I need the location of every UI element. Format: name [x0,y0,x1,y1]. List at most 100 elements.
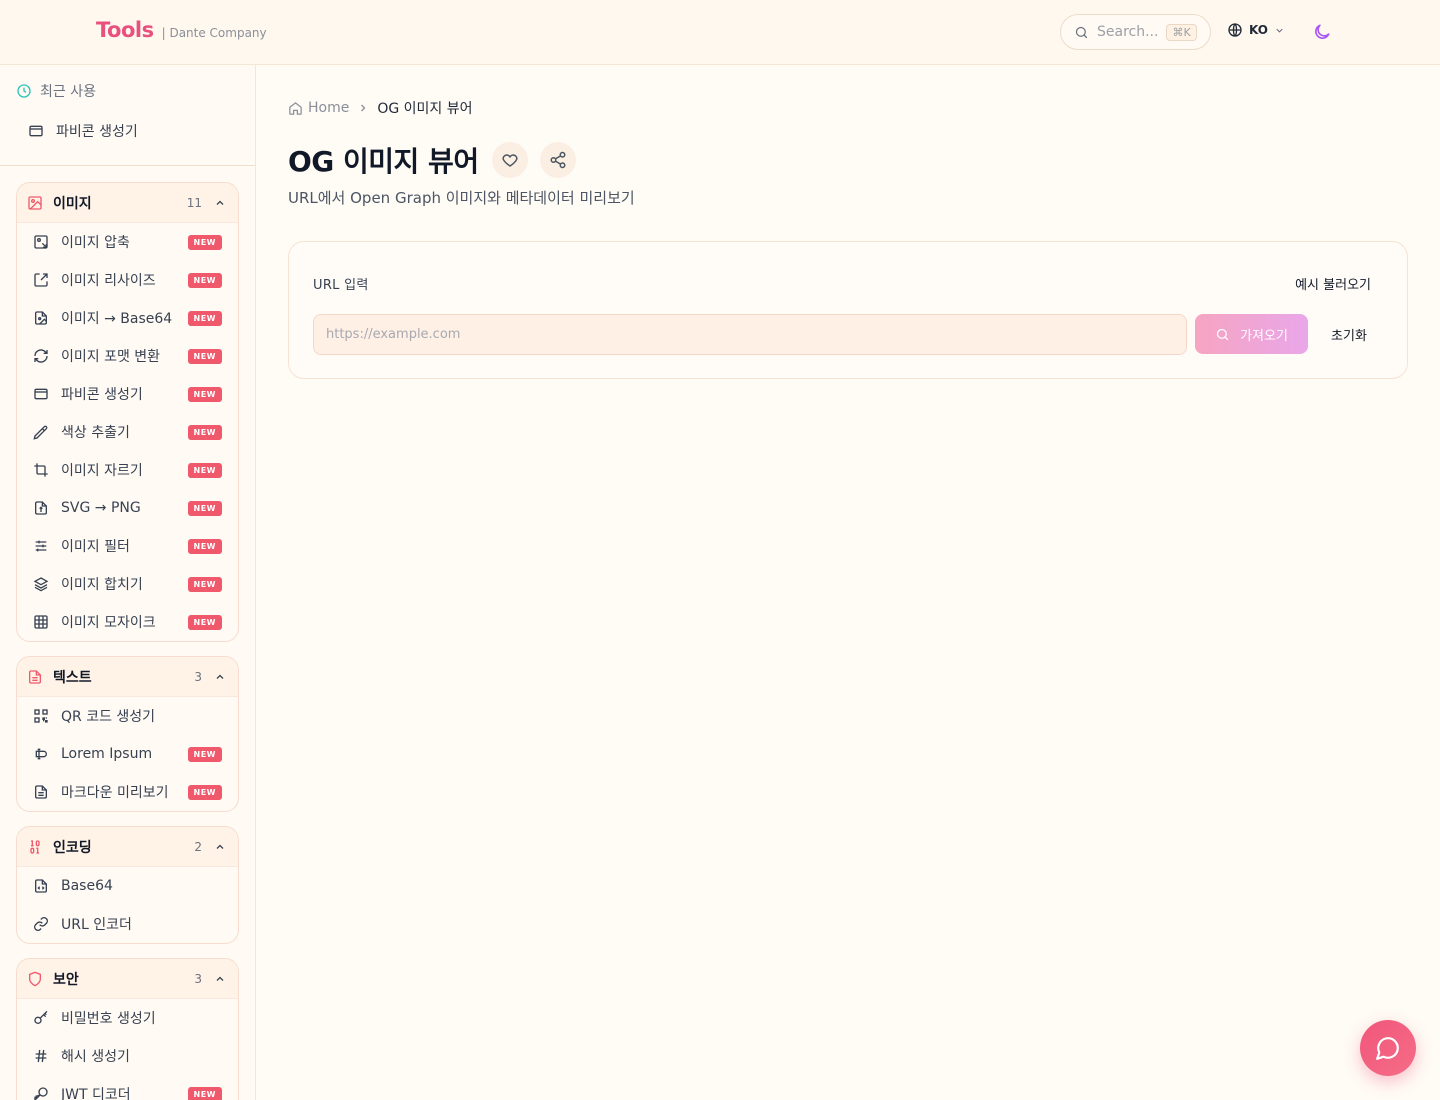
reset-button[interactable]: 초기화 [1317,314,1381,354]
item-label: 이미지 → Base64 [61,311,173,327]
item-label: 비밀번호 생성기 [61,1011,156,1027]
breadcrumb-home-link[interactable]: Home [308,100,349,116]
file-code-icon [33,878,49,894]
sidebar-item-color-picker[interactable]: 색상 추출기 NEW [17,413,238,451]
sliders-icon [33,538,49,554]
sidebar-item-image-crop[interactable]: 이미지 자르기 NEW [17,451,238,489]
sidebar-item-image-filter[interactable]: 이미지 필터 NEW [17,527,238,565]
breadcrumb: Home OG 이미지 뷰어 [288,98,473,118]
item-label: 이미지 포맷 변환 [61,349,161,365]
new-badge: NEW [187,784,222,800]
load-example-link[interactable]: 예시 불러오기 [1295,274,1371,293]
moon-icon [1312,22,1332,42]
share-button[interactable] [539,142,576,178]
sidebar-group-text: 텍스트 3 QR 코드 생성기 Lorem Ipsum NEW 마크다운 미리보… [16,656,239,812]
logo[interactable]: Tools | Dante Company [96,18,267,42]
item-label: 이미지 필터 [61,539,130,555]
new-badge: NEW [187,538,222,554]
layers-icon [33,576,49,592]
sidebar-item-base64[interactable]: Base64 [17,867,238,905]
top-header: Tools | Dante Company Search... ⌘K KO [0,0,1440,65]
sidebar-item-svg-png[interactable]: SVG → PNG NEW [17,489,238,527]
new-badge: NEW [187,746,222,762]
sidebar-item-image-resize[interactable]: 이미지 리사이즈 NEW [17,261,238,299]
language-selector[interactable]: KO [1227,22,1285,38]
sidebar-item-image-compress[interactable]: 이미지 압축 NEW [17,223,238,261]
item-label: 이미지 압축 [61,235,130,251]
theme-toggle-button[interactable] [1312,22,1332,42]
recent-item-label: 파비콘 생성기 [56,124,138,140]
new-badge: NEW [187,272,222,288]
favorite-button[interactable] [491,142,528,178]
sidebar-item-hash[interactable]: 해시 생성기 [17,1037,238,1075]
sidebar-item-image-base64[interactable]: 이미지 → Base64 NEW [17,299,238,337]
sidebar-item-password[interactable]: 비밀번호 생성기 [17,999,238,1037]
resize-icon [33,272,49,288]
group-label: 이미지 [53,195,92,212]
new-badge: NEW [187,576,222,592]
item-label: 이미지 합치기 [61,577,143,593]
page-subtitle: URL에서 Open Graph 이미지와 메타데이터 미리보기 [288,189,635,207]
home-icon[interactable] [288,101,303,116]
sidebar-item-image-format[interactable]: 이미지 포맷 변환 NEW [17,337,238,375]
qr-code-icon [33,708,49,724]
item-label: 이미지 모자이크 [61,615,156,631]
sidebar-item-favicon[interactable]: 파비콘 생성기 NEW [17,375,238,413]
chevron-up-icon [214,841,226,853]
file-text-icon [27,669,43,685]
item-label: SVG → PNG [61,500,141,516]
sidebar-group-encoding: 인코딩 2 Base64 URL 인코더 [16,826,239,944]
group-header-security[interactable]: 보안 3 [17,959,238,999]
sidebar-item-image-mosaic[interactable]: 이미지 모자이크 NEW [17,603,238,641]
search-placeholder: Search... [1097,24,1159,40]
sidebar-item-qr-code[interactable]: QR 코드 생성기 [17,697,238,735]
group-count: 3 [194,971,202,986]
sidebar: 최근 사용 파비콘 생성기 이미지 11 이미지 압축 NEW 이미지 리사이즈 [0,65,256,1100]
new-badge: NEW [187,310,222,326]
sidebar-item-jwt[interactable]: JWT 디코더 NEW [17,1075,238,1100]
sidebar-group-security: 보안 3 비밀번호 생성기 해시 생성기 JWT 디코더 NEW [16,958,239,1100]
group-header-text[interactable]: 텍스트 3 [17,657,238,697]
group-header-encoding[interactable]: 인코딩 2 [17,827,238,867]
item-label: 이미지 자르기 [61,463,143,479]
pipette-icon [33,424,49,440]
clock-icon [16,83,32,99]
search-shortcut: ⌘K [1166,23,1197,41]
breadcrumb-current: OG 이미지 뷰어 [377,101,473,117]
search-icon [1074,25,1089,40]
logo-text[interactable]: Tools [96,18,154,42]
item-label: 색상 추출기 [61,425,130,441]
group-count: 2 [194,839,202,854]
new-badge: NEW [187,424,222,440]
new-badge: NEW [187,500,222,516]
new-badge: NEW [187,348,222,364]
new-badge: NEW [187,386,222,402]
sidebar-item-markdown[interactable]: 마크다운 미리보기 NEW [17,773,238,811]
link-icon [33,916,49,932]
heart-icon [501,151,519,169]
sidebar-item-image-merge[interactable]: 이미지 합치기 NEW [17,565,238,603]
chevron-right-icon [357,102,369,114]
chat-button[interactable] [1360,1020,1416,1076]
group-label: 인코딩 [53,839,92,856]
shield-icon [27,971,43,987]
recent-section-title: 최근 사용 [16,81,96,101]
chevron-up-icon [214,973,226,985]
sidebar-item-url-encoder[interactable]: URL 인코더 [17,905,238,943]
search-button[interactable]: Search... ⌘K [1060,14,1211,50]
recent-title-label: 최근 사용 [40,84,96,100]
item-label: JWT 디코더 [61,1087,131,1100]
recent-item-favicon[interactable]: 파비콘 생성기 [28,121,138,141]
group-header-image[interactable]: 이미지 11 [17,183,238,223]
sidebar-item-lorem-ipsum[interactable]: Lorem Ipsum NEW [17,735,238,773]
item-label: 이미지 리사이즈 [61,273,156,289]
fetch-button[interactable]: 가져오기 [1195,314,1308,354]
file-text-icon [33,784,49,800]
chevron-down-icon [1274,25,1285,36]
url-input[interactable] [313,314,1187,355]
page-title: OG 이미지 뷰어 [288,145,479,178]
globe-icon [1227,22,1243,38]
group-label: 보안 [53,971,79,988]
key-round-icon [33,1086,49,1100]
file-image-icon [33,310,49,326]
